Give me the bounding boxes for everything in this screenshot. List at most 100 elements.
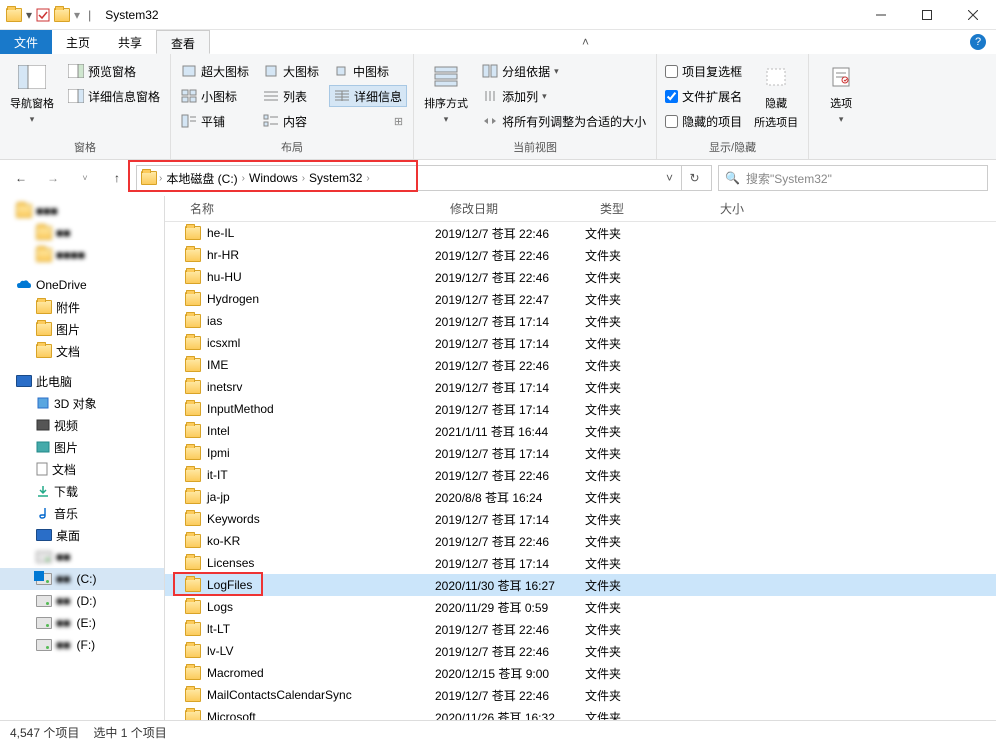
chevron-right-icon[interactable]: › <box>302 173 305 184</box>
tree-drive-c[interactable]: ■■(C:) <box>0 568 164 590</box>
breadcrumb-system32[interactable]: System32 <box>307 171 364 185</box>
tree-attachments[interactable]: 附件 <box>0 296 164 318</box>
file-row[interactable]: ja-jp2020/8/8 苍耳 16:24文件夹 <box>165 486 996 508</box>
small-icons[interactable]: 小图标 <box>177 85 253 107</box>
content[interactable]: 内容 <box>259 110 323 132</box>
search-box[interactable]: 🔍 搜索"System32" <box>718 165 988 191</box>
file-row[interactable]: hu-HU2019/12/7 苍耳 22:46文件夹 <box>165 266 996 288</box>
tree-item[interactable]: ■■ <box>0 546 164 568</box>
file-row[interactable]: Ipmi2019/12/7 苍耳 17:14文件夹 <box>165 442 996 464</box>
group-by-button[interactable]: 分组依据 ▾ <box>478 60 650 82</box>
file-row[interactable]: IME2019/12/7 苍耳 22:46文件夹 <box>165 354 996 376</box>
tab-home[interactable]: 主页 <box>52 30 104 54</box>
item-checkboxes[interactable]: 项目复选框 <box>663 60 744 82</box>
file-extensions[interactable]: 文件扩展名 <box>663 85 744 107</box>
fit-columns-button[interactable]: 将所有列调整为合适的大小 <box>478 110 650 132</box>
file-row[interactable]: ias2019/12/7 苍耳 17:14文件夹 <box>165 310 996 332</box>
tree-docs[interactable]: 文档 <box>0 340 164 362</box>
file-row[interactable]: MailContactsCalendarSync2019/12/7 苍耳 22:… <box>165 684 996 706</box>
file-row[interactable]: InputMethod2019/12/7 苍耳 17:14文件夹 <box>165 398 996 420</box>
file-row[interactable]: Microsoft2020/11/26 苍耳 16:32文件夹 <box>165 706 996 720</box>
recent-dropdown[interactable]: ˅ <box>72 165 98 191</box>
forward-button[interactable]: → <box>40 165 66 191</box>
file-row[interactable]: icsxml2019/12/7 苍耳 17:14文件夹 <box>165 332 996 354</box>
tree-drive-d[interactable]: ■■(D:) <box>0 590 164 612</box>
breadcrumb-drive[interactable]: 本地磁盘 (C:) <box>164 170 239 187</box>
tree-drive-e[interactable]: ■■(E:) <box>0 612 164 634</box>
tree-pictures[interactable]: 图片 <box>0 318 164 340</box>
address-dropdown-icon[interactable]: ˅ <box>660 171 679 185</box>
file-row[interactable]: Licenses2019/12/7 苍耳 17:14文件夹 <box>165 552 996 574</box>
layout-more[interactable]: ⊞ <box>329 110 407 132</box>
file-row[interactable]: Keywords2019/12/7 苍耳 17:14文件夹 <box>165 508 996 530</box>
hidden-items[interactable]: 隐藏的项目 <box>663 110 744 132</box>
tab-share[interactable]: 共享 <box>104 30 156 54</box>
nav-tree[interactable]: ■■■ ■■ ■■■■ OneDrive 附件 图片 文档 此电脑 3D 对象 … <box>0 196 165 720</box>
nav-pane-button[interactable]: 导航窗格 ▾ <box>6 58 58 137</box>
tree-videos[interactable]: 视频 <box>0 414 164 436</box>
file-row[interactable]: it-IT2019/12/7 苍耳 22:46文件夹 <box>165 464 996 486</box>
col-date[interactable]: 修改日期 <box>442 200 592 217</box>
tree-item[interactable]: ■■■■ <box>0 244 164 266</box>
large-icons[interactable]: 大图标 <box>259 60 323 82</box>
col-type[interactable]: 类型 <box>592 200 712 217</box>
refresh-button[interactable]: ↻ <box>681 165 707 191</box>
col-size[interactable]: 大小 <box>712 200 792 217</box>
col-name[interactable]: 名称 <box>182 200 442 217</box>
folder-icon <box>185 666 201 680</box>
file-row[interactable]: Intel2021/1/11 苍耳 16:44文件夹 <box>165 420 996 442</box>
file-row[interactable]: LogFiles2020/11/30 苍耳 16:27文件夹 <box>165 574 996 596</box>
list[interactable]: 列表 <box>259 85 323 107</box>
file-date: 2019/12/7 苍耳 17:14 <box>435 445 585 462</box>
chevron-right-icon[interactable]: › <box>159 173 162 184</box>
file-row[interactable]: hr-HR2019/12/7 苍耳 22:46文件夹 <box>165 244 996 266</box>
tree-music[interactable]: 音乐 <box>0 502 164 524</box>
back-button[interactable]: ← <box>8 165 34 191</box>
preview-pane-button[interactable]: 预览窗格 <box>64 60 164 82</box>
chevron-right-icon[interactable]: › <box>366 173 369 184</box>
tree-item[interactable]: ■■ <box>0 222 164 244</box>
tree-drive-f[interactable]: ■■(F:) <box>0 634 164 656</box>
minimize-button[interactable] <box>858 0 904 30</box>
maximize-button[interactable] <box>904 0 950 30</box>
up-button[interactable]: ↑ <box>104 165 130 191</box>
file-row[interactable]: lt-LT2019/12/7 苍耳 22:46文件夹 <box>165 618 996 640</box>
chevron-right-icon[interactable]: › <box>242 173 245 184</box>
hide-selected-button[interactable]: 隐藏 所选项目 <box>750 58 802 137</box>
details-pane-button[interactable]: 详细信息窗格 <box>64 85 164 107</box>
tree-3d[interactable]: 3D 对象 <box>0 392 164 414</box>
add-columns-button[interactable]: 添加列 ▾ <box>478 85 650 107</box>
tree-downloads[interactable]: 下载 <box>0 480 164 502</box>
qat-dropdown-icon[interactable]: ▾ <box>74 8 80 22</box>
file-row[interactable]: inetsrv2019/12/7 苍耳 17:14文件夹 <box>165 376 996 398</box>
options-button[interactable]: 选项 ▾ <box>815 58 867 153</box>
tree-docs2[interactable]: 文档 <box>0 458 164 480</box>
tab-file[interactable]: 文件 <box>0 30 52 54</box>
file-row[interactable]: he-IL2019/12/7 苍耳 22:46文件夹 <box>165 222 996 244</box>
tree-thispc[interactable]: 此电脑 <box>0 370 164 392</box>
help-icon[interactable]: ? <box>970 34 986 50</box>
file-row[interactable]: Macromed2020/12/15 苍耳 9:00文件夹 <box>165 662 996 684</box>
tiles[interactable]: 平铺 <box>177 110 253 132</box>
breadcrumb[interactable]: › 本地磁盘 (C:) › Windows › System32 › ˅ ↻ <box>136 165 712 191</box>
file-rows[interactable]: he-IL2019/12/7 苍耳 22:46文件夹hr-HR2019/12/7… <box>165 222 996 720</box>
file-row[interactable]: ko-KR2019/12/7 苍耳 22:46文件夹 <box>165 530 996 552</box>
details-view[interactable]: 详细信息 <box>329 85 407 107</box>
checkbox-icon[interactable] <box>36 8 50 22</box>
medium-icons[interactable]: 中图标 <box>329 60 407 82</box>
tree-desktop[interactable]: 桌面 <box>0 524 164 546</box>
qat-dropdown-icon[interactable]: ▾ <box>26 8 32 22</box>
breadcrumb-windows[interactable]: Windows <box>247 171 300 185</box>
sort-button[interactable]: 排序方式 ▾ <box>420 58 472 137</box>
tab-view[interactable]: 查看 <box>156 30 210 54</box>
extra-large-icons[interactable]: 超大图标 <box>177 60 253 82</box>
tree-quickaccess[interactable]: ■■■ <box>0 200 164 222</box>
tree-onedrive[interactable]: OneDrive <box>0 274 164 296</box>
file-row[interactable]: lv-LV2019/12/7 苍耳 22:46文件夹 <box>165 640 996 662</box>
folder-icon[interactable] <box>54 8 70 22</box>
file-row[interactable]: Hydrogen2019/12/7 苍耳 22:47文件夹 <box>165 288 996 310</box>
tree-pics[interactable]: 图片 <box>0 436 164 458</box>
file-row[interactable]: Logs2020/11/29 苍耳 0:59文件夹 <box>165 596 996 618</box>
minimize-ribbon-icon[interactable]: ˄ <box>582 35 598 49</box>
close-button[interactable] <box>950 0 996 30</box>
